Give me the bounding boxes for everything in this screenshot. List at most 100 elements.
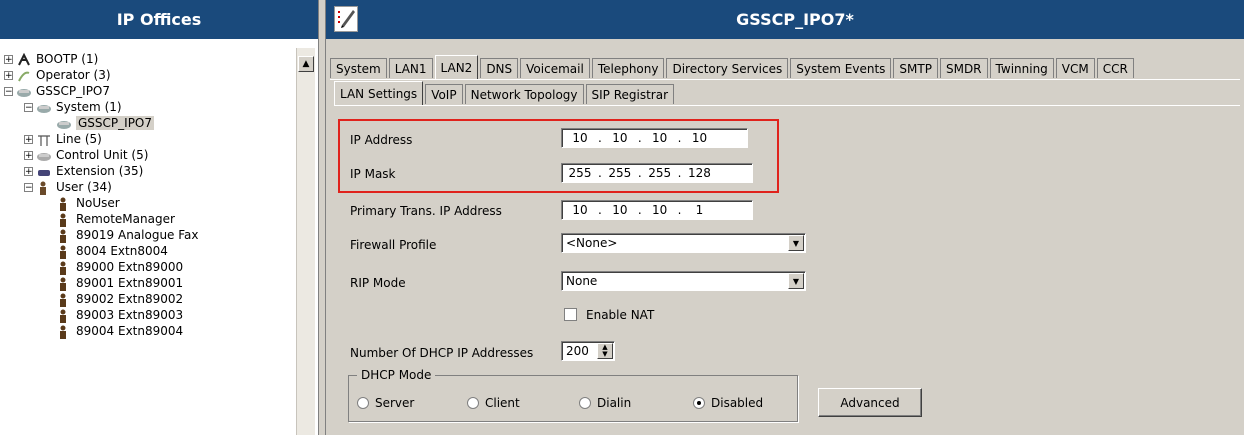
expand-icon[interactable]: + [24,166,33,176]
tree-item[interactable]: − System (1) [24,99,122,115]
user-icon [56,325,72,339]
tree-item[interactable]: 89001 Extn89001 [44,275,183,291]
ip-octet[interactable]: 255 [642,166,678,180]
user-group-icon [36,181,52,195]
tree-item-label: GSSCP_IPO7 [76,116,155,130]
dhcp-mode-client-radio[interactable]: Client [467,396,520,410]
tab-telephony[interactable]: Telephony [591,58,665,78]
tree-item-label: User (34) [56,180,112,194]
subtab-voip[interactable]: VoIP [425,84,463,104]
ip-octet[interactable]: 10 [602,203,638,217]
dhcp-mode-group: DHCP Mode Server Client Dialin Disabled [348,368,798,422]
top-tab-strip: System LAN1 LAN2 DNS Voicemail Telephony Direc… [330,55,1136,79]
tree-scrollbar[interactable]: ▲ [296,48,315,435]
subtab-sip-registrar[interactable]: SIP Registrar [585,84,675,104]
tab-twinning[interactable]: Twinning [989,58,1054,78]
tree-item-label: GSSCP_IPO7 [36,84,111,98]
tree-item[interactable]: RemoteManager [44,211,175,227]
dhcp-mode-dialin-radio[interactable]: Dialin [579,396,631,410]
advanced-button[interactable]: Advanced [818,388,922,417]
ip-offices-tree: + BOOTP (1) + Operator (3) − GSSCP_IPO7− Syste… [0,48,296,435]
tree-item-label: Operator (3) [36,68,111,82]
system-icon [36,101,52,114]
tab-smdr[interactable]: SMDR [939,58,988,78]
ip-mask-input[interactable]: 255. 255. 255. 128 [561,163,753,183]
ip-octet[interactable]: 10 [681,131,717,145]
stepper-arrows-icon[interactable]: ▲ ▼ [597,343,613,359]
tab-smtp[interactable]: SMTP [893,58,938,78]
enable-nat-checkbox[interactable] [564,308,577,321]
tab-ccr[interactable]: CCR [1096,58,1134,78]
dhcp-mode-client-label: Client [485,396,520,410]
user-icon [56,293,72,307]
ip-octet[interactable]: 128 [681,166,717,180]
tab-dns[interactable]: DNS [480,58,519,78]
subtab-network-topology[interactable]: Network Topology [464,84,584,104]
ip-octet[interactable]: 255 [602,166,638,180]
collapse-icon[interactable]: − [4,86,13,96]
tree-item[interactable]: + Operator (3) [4,67,111,83]
chevron-down-icon[interactable]: ▼ [788,273,804,289]
collapse-icon[interactable]: − [24,182,33,192]
tree-item[interactable]: + Extension (35) [24,163,143,179]
subtab-lan-settings[interactable]: LAN Settings [334,81,424,105]
tree-item[interactable]: 89002 Extn89002 [44,291,183,307]
tab-system-events[interactable]: System Events [790,58,892,78]
firewall-profile-value: <None> [566,236,618,250]
tree-item-label: BOOTP (1) [36,52,99,66]
tree-item[interactable]: NoUser [44,195,120,211]
tree-item-label: 89002 Extn89002 [76,292,184,306]
radio-circle-icon [357,397,369,409]
ip-octet[interactable]: 255 [562,166,598,180]
tree-item[interactable]: 89000 Extn89000 [44,259,183,275]
tab-system[interactable]: System [330,58,387,78]
expand-icon[interactable]: + [24,134,33,144]
chevron-down-icon[interactable]: ▼ [788,235,804,251]
tree-item-label: System (1) [56,100,122,114]
tree-item[interactable]: + BOOTP (1) [4,51,98,67]
rip-mode-select[interactable]: None ▼ [561,271,806,291]
tree-item[interactable]: + Line (5) [24,131,102,147]
dhcp-count-stepper[interactable]: 200 ▲ ▼ [561,341,615,361]
expand-icon[interactable]: + [24,150,33,160]
tree-item[interactable]: 89019 Analogue Fax [44,227,199,243]
ip-octet[interactable]: 10 [642,203,678,217]
tab-lan1[interactable]: LAN1 [388,58,433,78]
panel-splitter[interactable] [318,0,326,435]
tree-item[interactable]: + Control Unit (5) [24,147,148,163]
dhcp-mode-disabled-radio[interactable]: Disabled [693,396,763,410]
expand-icon[interactable]: + [4,70,13,80]
tree-item[interactable]: − User (34) [24,179,112,195]
ip-octet[interactable]: 1 [681,203,717,217]
primary-trans-ip-input[interactable]: 10. 10. 10. 1 [561,200,753,220]
tree-item[interactable]: 8004 Extn8004 [44,243,168,259]
dhcp-mode-server-radio[interactable]: Server [357,396,414,410]
rip-mode-value: None [566,274,598,288]
ip-octet[interactable]: 10 [562,203,598,217]
ip-address-input[interactable]: 10. 10. 10. 10 [561,128,748,148]
tab-vcm[interactable]: VCM [1055,58,1095,78]
expand-icon[interactable]: + [4,54,13,64]
tree-item-label: 89004 Extn89004 [76,324,184,338]
collapse-icon[interactable]: − [24,102,33,112]
rip-mode-label: RIP Mode [350,276,406,290]
tree-item[interactable]: 89003 Extn89003 [44,307,183,323]
tree-item[interactable]: − GSSCP_IPO7 [4,83,110,99]
ip-octet[interactable]: 10 [642,131,678,145]
tree-item-label: 89003 Extn89003 [76,308,184,322]
ip-octet[interactable]: 10 [602,131,638,145]
tab-lan2[interactable]: LAN2 [434,55,479,79]
tab-directory-services[interactable]: Directory Services [666,58,789,78]
line-icon [36,133,52,146]
tree-item[interactable]: GSSCP_IPO7 [44,115,155,131]
dhcp-mode-disabled-label: Disabled [711,396,764,410]
config-panel: System LAN1 LAN2 DNS Voicemail Telephony Direc… [326,39,1244,435]
tree-item-label: 89019 Analogue Fax [76,228,199,242]
primary-trans-ip-label: Primary Trans. IP Address [350,204,502,218]
ip-offices-title: IP Offices [0,0,318,39]
firewall-profile-select[interactable]: <None> ▼ [561,233,806,253]
scroll-up-button[interactable]: ▲ [298,56,314,72]
tree-item[interactable]: 89004 Extn89004 [44,323,183,339]
tab-voicemail[interactable]: Voicemail [520,58,590,78]
ip-octet[interactable]: 10 [562,131,598,145]
